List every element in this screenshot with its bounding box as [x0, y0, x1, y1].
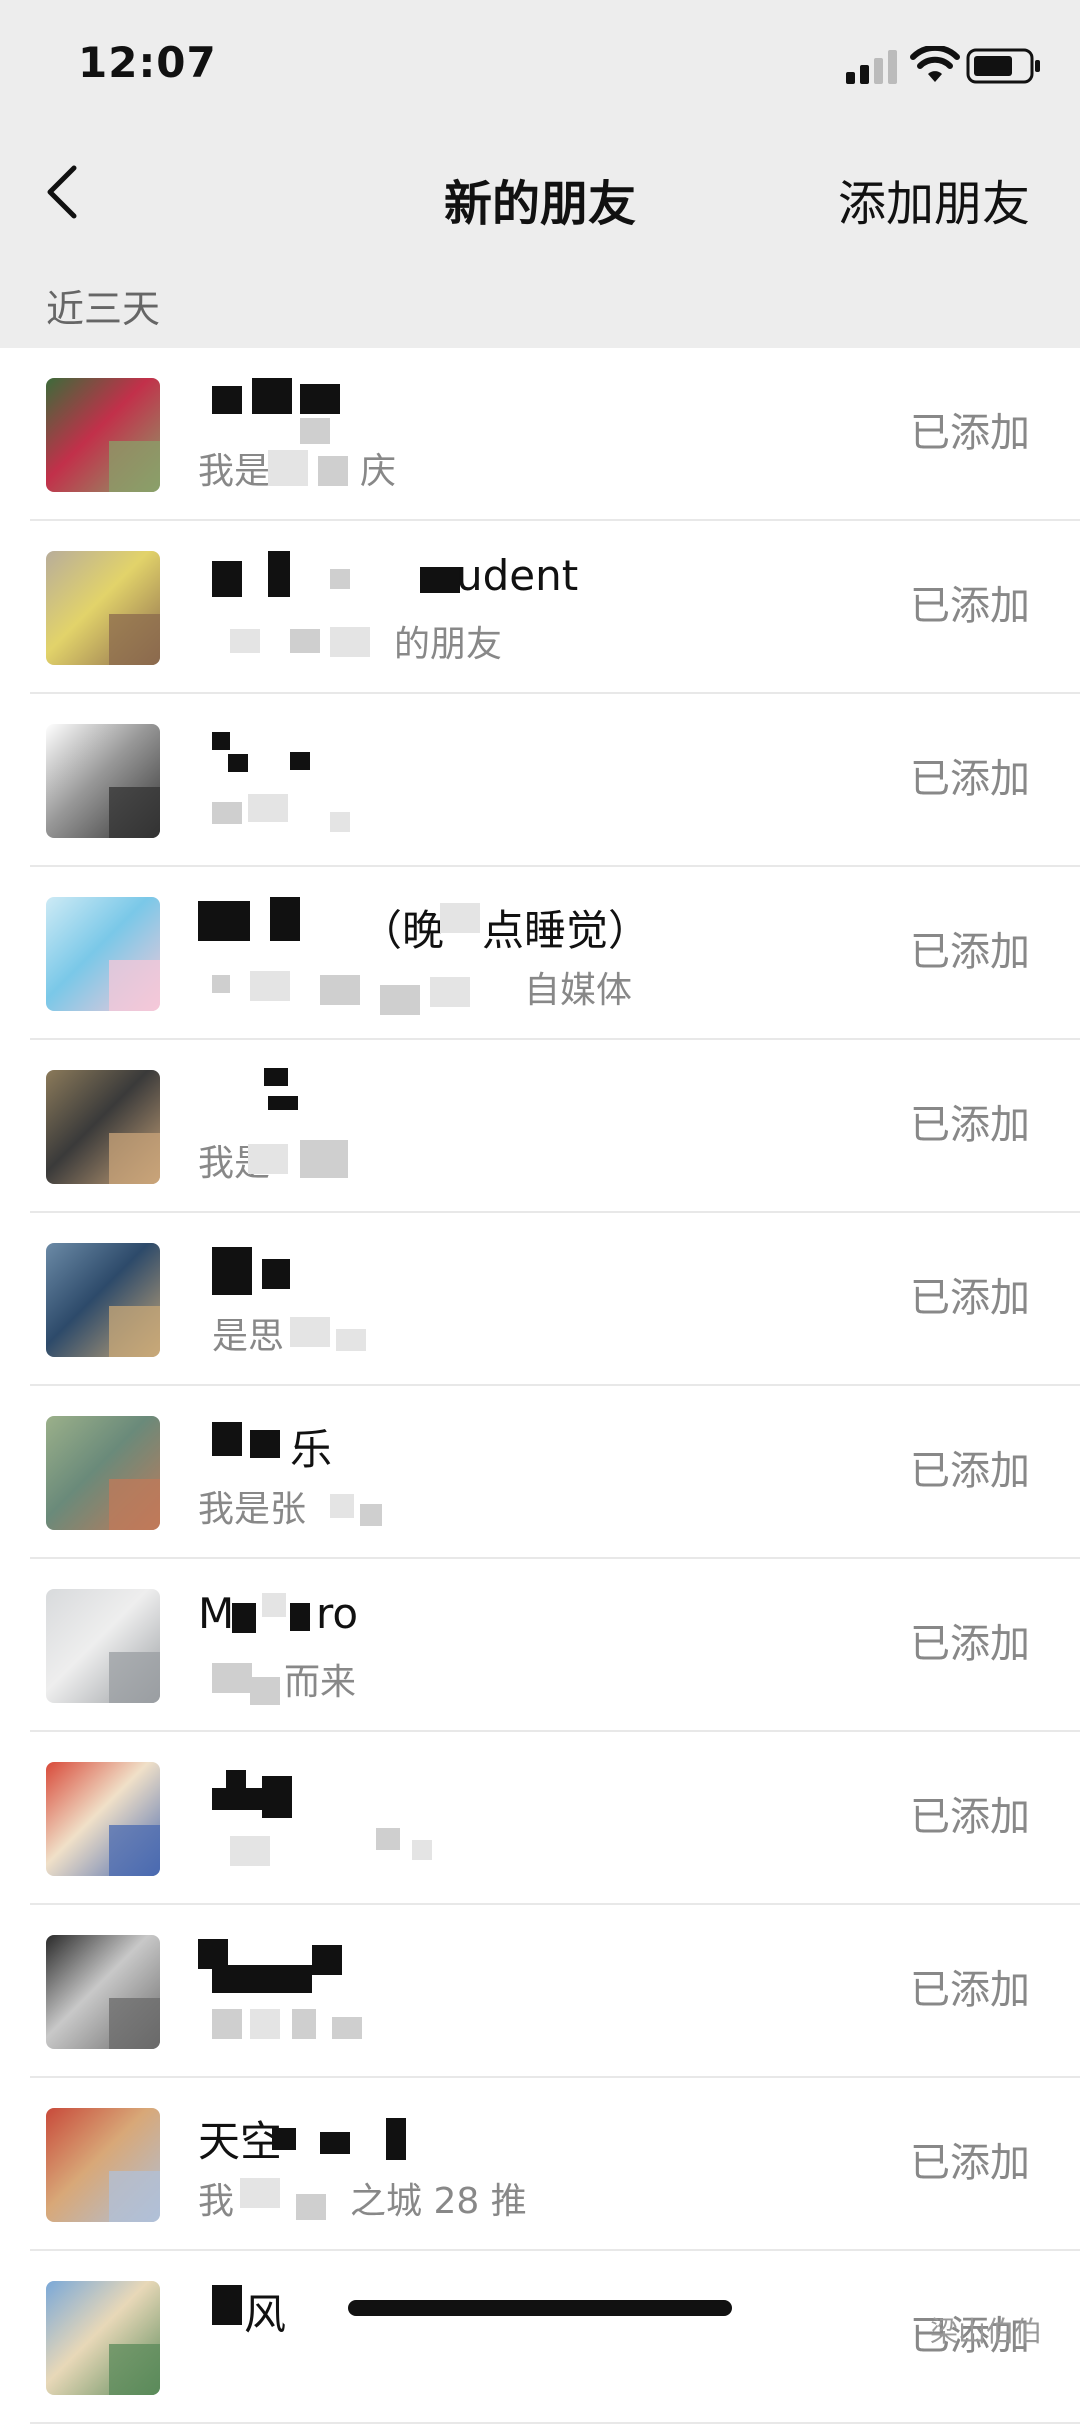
list-item[interactable]: 我是 已添加	[0, 1040, 1080, 1213]
status-added-label: 已添加	[910, 2140, 1030, 2186]
list-item[interactable]: 已添加	[0, 694, 1080, 867]
avatar	[46, 1935, 160, 2049]
contact-name-part: 点睡觉）	[482, 906, 651, 955]
contact-name-part: 天空	[198, 2117, 283, 2166]
status-added-label: 已添加	[910, 929, 1030, 975]
contact-name-part: （晚	[360, 906, 445, 955]
signal-icon	[846, 50, 897, 84]
contact-name-part: 风	[244, 2290, 287, 2339]
status-added-label: 已添加	[910, 1275, 1030, 1321]
status-added-label: 已添加	[910, 410, 1030, 456]
contact-name-part: udent	[456, 551, 579, 600]
watermark-text: 梁山伯伯	[929, 2315, 1042, 2348]
status-added-label: 已添加	[910, 583, 1030, 629]
avatar	[46, 551, 160, 665]
list-item[interactable]: 我是 庆 已添加	[0, 348, 1080, 521]
request-message-part: 之城 28 推	[350, 2181, 527, 2222]
status-added-label: 已添加	[910, 756, 1030, 802]
section-header: 近三天	[0, 254, 1080, 348]
section-label: 近三天	[46, 287, 161, 331]
list-item[interactable]: M ro 而来 已添加	[0, 1559, 1080, 1732]
request-message-part: 而来	[284, 1662, 357, 1703]
add-friend-button[interactable]: 添加朋友	[838, 164, 1030, 234]
list-item[interactable]: 已添加	[0, 1732, 1080, 1905]
avatar	[46, 1589, 160, 1703]
request-message: 我是	[198, 451, 271, 492]
contact-name: M	[198, 1589, 235, 1638]
list-item[interactable]: 天空 我 之城 28 推 已添加	[0, 2078, 1080, 2251]
avatar	[46, 2108, 160, 2222]
status-added-label: 已添加	[910, 1967, 1030, 2013]
avatar	[46, 1762, 160, 1876]
contact-name-part: ro	[316, 1589, 359, 1638]
avatar	[46, 2281, 160, 2395]
list-item[interactable]: udent 的朋友 已添加	[0, 521, 1080, 694]
list-item[interactable]: 已添加	[0, 1905, 1080, 2078]
status-added-label: 已添加	[910, 1102, 1030, 1148]
friend-request-list: 我是 庆 已添加 udent 的朋友 已添加 已添加 （晚 点睡觉） 自媒体 已…	[0, 348, 1080, 2424]
list-item[interactable]: 风 已添加	[0, 2251, 1080, 2424]
status-time: 12:07	[78, 38, 217, 87]
avatar	[46, 1070, 160, 1184]
status-added-label: 已添加	[910, 1448, 1030, 1494]
avatar	[46, 897, 160, 1011]
avatar	[46, 724, 160, 838]
contact-name-part: 乐	[290, 1425, 333, 1474]
request-message-part: 自媒体	[524, 970, 633, 1011]
avatar	[46, 1416, 160, 1530]
request-message-part: 庆	[360, 451, 397, 492]
avatar	[46, 1243, 160, 1357]
status-added-label: 已添加	[910, 1794, 1030, 1840]
home-indicator[interactable]	[348, 2300, 732, 2316]
request-message: 我是张	[198, 1489, 307, 1530]
list-item[interactable]: 乐 我是张 已添加	[0, 1386, 1080, 1559]
list-item[interactable]: （晚 点睡觉） 自媒体 已添加	[0, 867, 1080, 1040]
status-bar: 12:07	[0, 0, 1080, 130]
wifi-icon	[910, 46, 960, 82]
list-item[interactable]: 是思 已添加	[0, 1213, 1080, 1386]
request-message: 我	[198, 2181, 235, 2222]
request-message: 是思	[212, 1316, 285, 1357]
avatar	[46, 378, 160, 492]
nav-bar: 新的朋友 添加朋友	[0, 130, 1080, 255]
status-added-label: 已添加	[910, 1621, 1030, 1667]
battery-icon	[966, 48, 1040, 84]
request-message-part: 的朋友	[394, 624, 503, 665]
